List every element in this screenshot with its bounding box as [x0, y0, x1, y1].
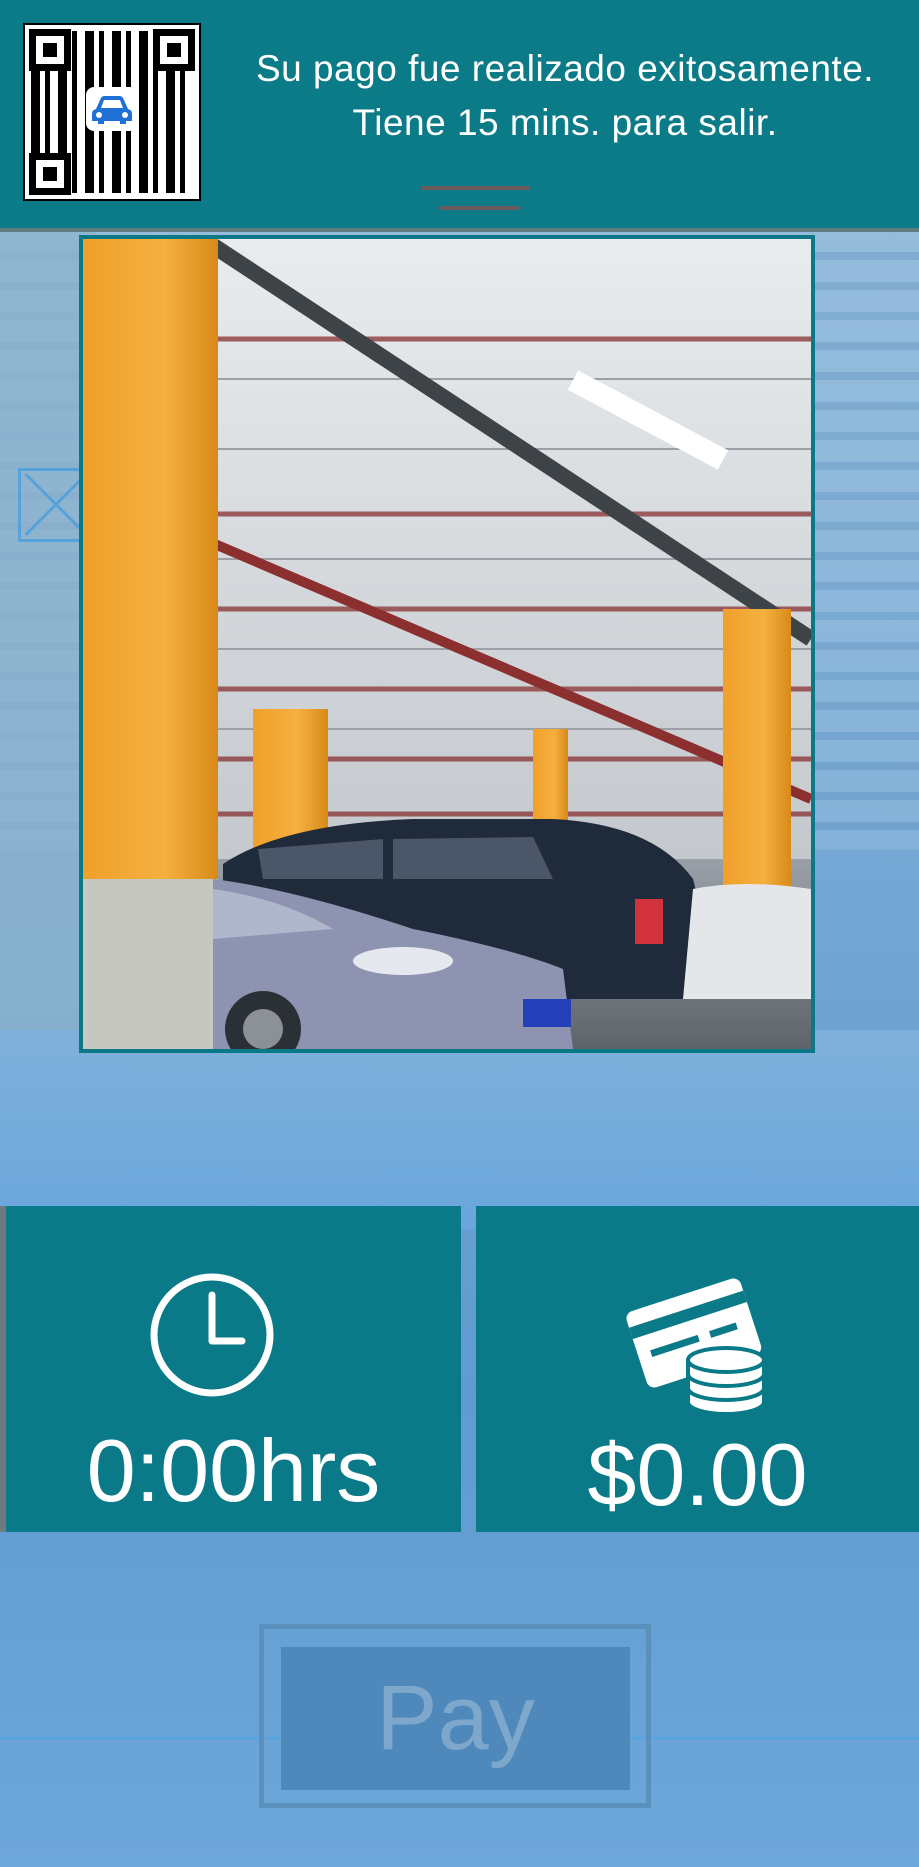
qr-finder-bottom-left	[29, 153, 71, 195]
drag-handle-line-1[interactable]	[422, 186, 530, 190]
credit-card-coins-icon	[626, 1278, 766, 1416]
background-floor	[0, 1030, 919, 1230]
parking-garage-image	[83, 239, 811, 1049]
pay-button[interactable]: Pay	[281, 1647, 630, 1790]
header-bar: Su pago fue realizado exitosamente. Tien…	[0, 0, 919, 232]
drag-handle-line-2[interactable]	[440, 206, 520, 210]
qr-code-icon[interactable]	[23, 23, 201, 201]
message-line-2: Tiene 15 mins. para salir.	[352, 102, 778, 143]
parking-photo	[79, 235, 815, 1053]
qr-finder-top-left	[29, 29, 71, 71]
qr-finder-top-right	[153, 29, 195, 71]
message-line-1: Su pago fue realizado exitosamente.	[255, 48, 875, 89]
payment-success-message: Su pago fue realizado exitosamente. Tien…	[215, 42, 915, 150]
amount-due-value: $0.00	[587, 1425, 808, 1524]
clock-icon	[150, 1273, 274, 1397]
car-icon	[86, 87, 138, 131]
elapsed-time-value: 0:00hrs	[86, 1421, 381, 1520]
elapsed-time-tile: 0:00hrs	[0, 1206, 461, 1532]
amount-due-tile: $0.00	[476, 1206, 919, 1532]
